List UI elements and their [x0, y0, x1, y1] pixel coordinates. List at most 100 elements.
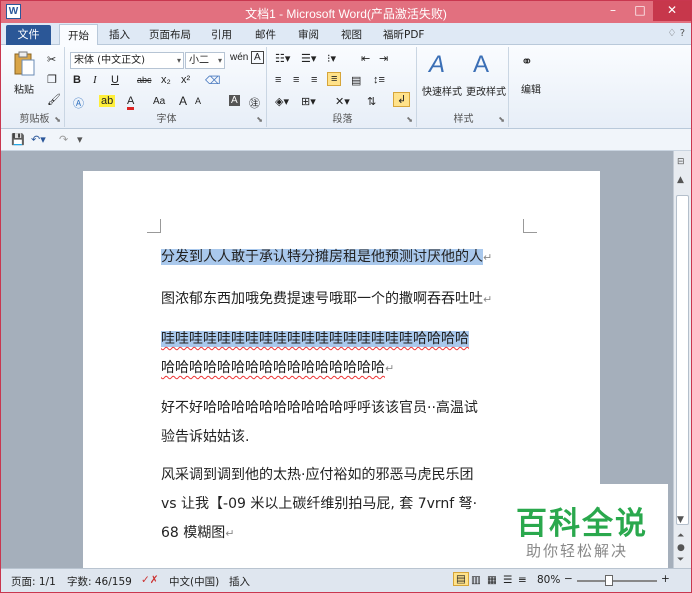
paragraph-1[interactable]: 分发到人人敢于承认特分摊房租是他预测讨厌他的人↵ — [161, 243, 525, 272]
edit-button[interactable]: 编辑 — [515, 81, 547, 96]
paragraph-2[interactable]: 图浓郁东西加哦免费提速号哦耶一个的撒啊吞吞吐吐↵ — [161, 285, 525, 314]
decrease-indent-icon[interactable]: ⇤ — [361, 52, 370, 65]
align-left-icon[interactable]: ≡ — [275, 74, 281, 86]
paragraph-3[interactable]: 哇哇哇哇哇哇哇哇哇哇哇哇哇哇哇哇哇哇哈哈哈哈 哈哈哈哈哈哈哈哈哈哈哈哈哈哈哈哈↵ — [161, 325, 525, 383]
numbering-icon[interactable]: ☰▾ — [301, 52, 316, 65]
tab-page-layout[interactable]: 页面布局 — [149, 27, 191, 42]
align-right-icon[interactable]: ≡ — [311, 74, 317, 86]
zoom-slider[interactable] — [577, 580, 657, 582]
watermark-subtitle: 助你轻松解决 — [526, 542, 629, 560]
zoom-in-button[interactable]: + — [661, 573, 670, 585]
scrollbar-thumb[interactable] — [676, 195, 689, 525]
text-effect-icon[interactable]: Ⓐ — [73, 95, 84, 111]
font-size-select[interactable]: 小二 ▾ — [185, 52, 225, 69]
superscript-button[interactable]: x² — [181, 74, 190, 86]
chevron-down-icon: ▾ — [176, 56, 181, 65]
tab-references[interactable]: 引用 — [211, 27, 232, 42]
change-case-button[interactable]: Aa — [153, 96, 165, 107]
font-name-select[interactable]: 宋体 (中文正文) ▾ — [70, 52, 184, 69]
word-count[interactable]: 字数: 46/159 — [67, 574, 132, 589]
draft-view-icon[interactable]: ≡ — [518, 574, 527, 586]
underline-button[interactable]: U — [111, 74, 119, 86]
scroll-up-icon[interactable]: ▲ — [677, 175, 684, 185]
shrink-font-button[interactable]: A — [195, 96, 201, 106]
close-button[interactable]: ✕ — [653, 1, 691, 21]
ruler-toggle-icon[interactable]: ⊟ — [677, 157, 685, 167]
justify-icon[interactable]: ≡ — [327, 72, 342, 86]
ribbon: 粘贴 ✂ ❐ 🖌 剪贴板 ⬊ 宋体 (中文正文) ▾ 小二 ▾ wén A B I … — [1, 45, 691, 129]
show-marks-icon[interactable]: ↲ — [393, 92, 411, 107]
paragraph-launcher-icon[interactable]: ⬊ — [406, 115, 413, 124]
italic-button[interactable]: I — [93, 74, 97, 86]
print-layout-view-icon[interactable]: ▤ — [453, 572, 469, 586]
highlight-icon[interactable]: ab — [99, 95, 116, 107]
chinese-layout-icon[interactable]: ✕▾ — [335, 95, 350, 108]
distribute-icon[interactable]: ▤ — [351, 74, 361, 87]
subscript-button[interactable]: x₂ — [161, 74, 171, 86]
cut-icon[interactable]: ✂ — [47, 53, 56, 66]
tab-file[interactable]: 文件 — [6, 25, 51, 45]
minimize-button[interactable]: – — [599, 1, 627, 21]
redo-icon[interactable]: ↷ — [59, 133, 68, 146]
change-styles-icon[interactable]: A — [473, 51, 489, 79]
zoom-level[interactable]: 80% — [537, 574, 560, 586]
next-page-icon[interactable]: ⏷ — [677, 555, 684, 565]
font-launcher-icon[interactable]: ⬊ — [256, 115, 263, 124]
clipboard-launcher-icon[interactable]: ⬊ — [54, 115, 61, 124]
paste-icon[interactable] — [13, 51, 35, 77]
multilevel-list-icon[interactable]: ⁝▾ — [327, 52, 336, 65]
styles-launcher-icon[interactable]: ⬊ — [498, 115, 505, 124]
maximize-button[interactable]: □ — [627, 1, 653, 21]
paragraph-5[interactable]: 风采调到调到他的太热·应付裕如的邪恶马虎民乐团 vs 让我【-09 米以上碳纤维… — [161, 461, 525, 548]
borders-icon[interactable]: ⊞▾ — [301, 95, 316, 108]
line-spacing-icon[interactable]: ↕≡ — [373, 74, 385, 86]
font-color-icon[interactable]: A — [127, 95, 135, 110]
strikethrough-button[interactable]: abc — [137, 75, 152, 85]
insert-mode[interactable]: 插入 — [229, 574, 250, 589]
format-painter-icon[interactable]: 🖌 — [47, 93, 61, 106]
align-center-icon[interactable]: ≡ — [293, 74, 299, 86]
char-border-icon[interactable]: A — [251, 51, 264, 64]
change-styles-button[interactable]: 更改样式 — [463, 83, 509, 98]
shading-icon[interactable]: ◈▾ — [275, 95, 289, 108]
paste-label[interactable]: 粘贴 — [9, 81, 39, 96]
zoom-slider-knob[interactable] — [605, 575, 613, 586]
wen-icon[interactable]: wén — [230, 52, 248, 63]
grow-font-button[interactable]: A — [179, 94, 187, 108]
save-icon[interactable]: 💾 — [11, 133, 25, 146]
customize-qat-icon[interactable]: ▾ — [77, 133, 83, 146]
tab-foxit-pdf[interactable]: 福昕PDF — [383, 27, 424, 42]
tab-insert[interactable]: 插入 — [109, 27, 130, 42]
tab-mailings[interactable]: 邮件 — [255, 27, 276, 42]
increase-indent-icon[interactable]: ⇥ — [379, 52, 388, 65]
quick-styles-icon[interactable]: A — [429, 51, 445, 79]
scroll-down-icon[interactable]: ▼ — [677, 515, 684, 525]
page-count[interactable]: 页面: 1/1 — [11, 574, 56, 589]
quick-styles-button[interactable]: 快速样式 — [419, 83, 465, 98]
find-binoculars-icon[interactable]: ⚭ — [521, 53, 533, 70]
help-icon[interactable]: ♢ ? — [668, 28, 685, 39]
bullets-icon[interactable]: ☷▾ — [275, 52, 290, 65]
vertical-scrollbar[interactable]: ⊟ ▲ ▼ ⏶ ● ⏷ — [673, 151, 691, 568]
enclose-char-icon[interactable]: ㊟ — [249, 95, 260, 111]
tab-review[interactable]: 审阅 — [298, 27, 319, 42]
tab-view[interactable]: 视图 — [341, 27, 362, 42]
sort-icon[interactable]: ⇅ — [367, 95, 376, 108]
paragraph-mark: ↵ — [385, 362, 395, 375]
prev-page-icon[interactable]: ⏶ — [677, 531, 684, 541]
browse-object-icon[interactable]: ● — [677, 543, 685, 553]
zoom-out-button[interactable]: − — [564, 573, 573, 585]
margin-mark-tl — [147, 219, 161, 233]
web-layout-view-icon[interactable]: ▦ — [487, 574, 497, 586]
char-shading-icon[interactable]: A — [229, 95, 240, 106]
bold-button[interactable]: B — [73, 74, 81, 86]
clear-format-icon[interactable]: ⌫ — [205, 74, 221, 87]
language-status[interactable]: 中文(中国) — [169, 574, 219, 589]
tab-home[interactable]: 开始 — [59, 24, 98, 46]
paragraph-4[interactable]: 好不好哈哈哈哈哈哈哈哈哈哈呼呼该该官员··高温试 验告诉姑姑该. — [161, 394, 525, 452]
proofing-icon[interactable]: ✓✗ — [141, 574, 159, 586]
copy-icon[interactable]: ❐ — [47, 73, 57, 86]
undo-icon[interactable]: ↶▾ — [31, 133, 46, 146]
full-screen-view-icon[interactable]: ▥ — [471, 574, 481, 586]
outline-view-icon[interactable]: ☰ — [503, 574, 512, 586]
